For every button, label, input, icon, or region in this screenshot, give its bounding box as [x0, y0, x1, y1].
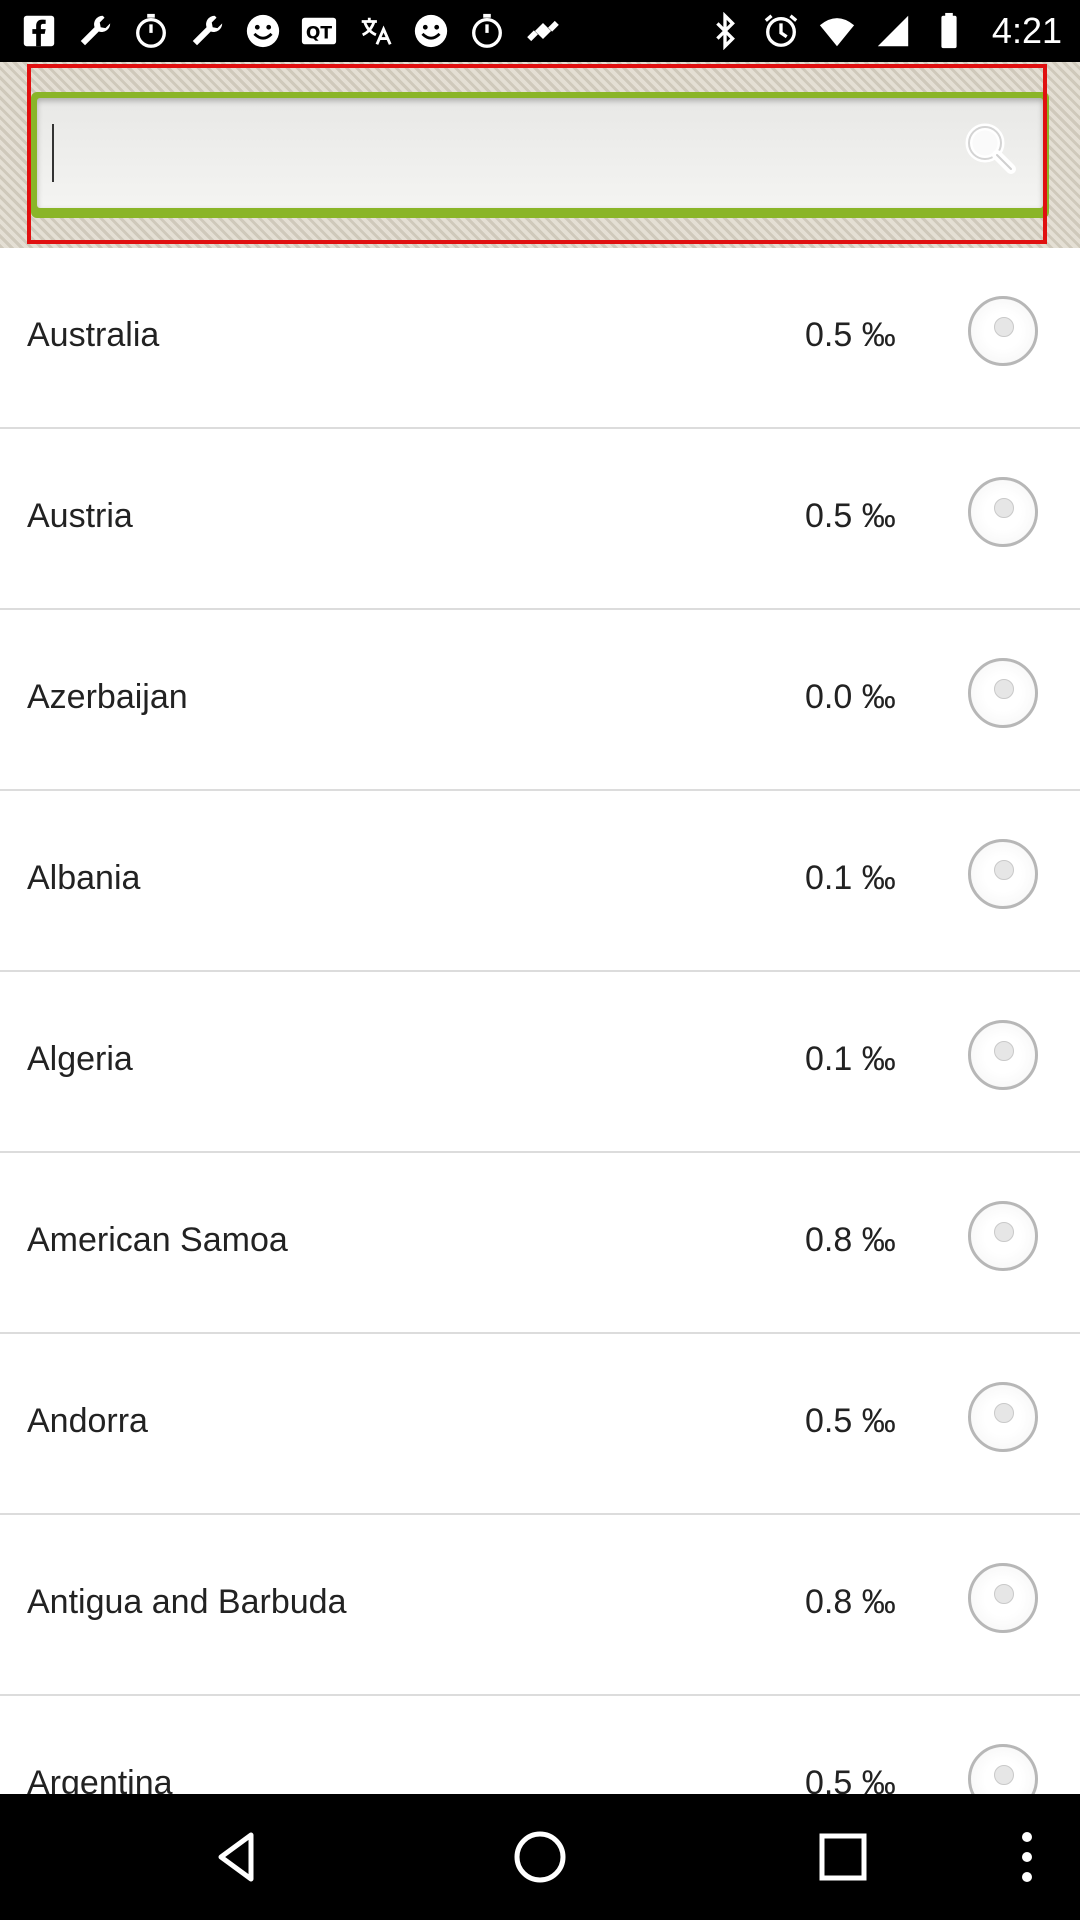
clock: 4:21 [991, 10, 1062, 51]
country-name: Albania [27, 859, 141, 897]
list-item[interactable]: Azerbaijan 0.0 ‰ [0, 610, 1080, 791]
country-rate: 0.8 ‰ [805, 1583, 896, 1621]
radio-button[interactable] [968, 839, 1038, 909]
list-item[interactable]: Andorra 0.5 ‰ [0, 1334, 1080, 1515]
menu-icon[interactable] [997, 1827, 1057, 1887]
bluetooth-icon [704, 10, 746, 52]
country-rate: 0.1 ‰ [805, 1040, 896, 1078]
list-item[interactable]: Austria 0.5 ‰ [0, 429, 1080, 610]
country-name: Austria [27, 497, 133, 535]
country-name: Azerbaijan [27, 678, 188, 716]
list-item[interactable]: Argentina 0.5 ‰ [0, 1696, 1080, 1794]
facebook-icon [18, 10, 60, 52]
radio-button[interactable] [968, 658, 1038, 728]
timer-icon [466, 10, 508, 52]
radio-button[interactable] [968, 1020, 1038, 1090]
list-item[interactable]: Albania 0.1 ‰ [0, 791, 1080, 972]
list-item[interactable]: Algeria 0.1 ‰ [0, 972, 1080, 1153]
selection-highlight [27, 64, 1047, 244]
country-name: American Samoa [27, 1221, 288, 1259]
notification-icons: QT [18, 8, 564, 54]
signal-icon [872, 10, 914, 52]
svg-text:QT: QT [306, 24, 333, 44]
recents-icon[interactable] [813, 1827, 873, 1887]
fake-gps-icon [522, 10, 564, 52]
smiley-icon [410, 10, 452, 52]
country-list: Australia 0.5 ‰ Austria 0.5 ‰ Azerbaijan… [0, 248, 1080, 1794]
wrench-icon [74, 10, 116, 52]
wifi-icon [816, 10, 858, 52]
translate-icon [354, 10, 396, 52]
country-name: Algeria [27, 1040, 133, 1078]
smiley-icon [242, 10, 284, 52]
country-rate: 0.5 ‰ [805, 316, 896, 354]
radio-button[interactable] [968, 296, 1038, 366]
radio-button[interactable] [968, 1563, 1038, 1633]
country-name: Antigua and Barbuda [27, 1583, 347, 1621]
country-rate: 0.5 ‰ [805, 1402, 896, 1440]
country-name: Argentina [27, 1764, 173, 1794]
radio-button[interactable] [968, 1201, 1038, 1271]
radio-button[interactable] [968, 1382, 1038, 1452]
list-item[interactable]: Australia 0.5 ‰ [0, 248, 1080, 429]
country-name: Andorra [27, 1402, 148, 1440]
alarm-icon [760, 10, 802, 52]
wrench-icon [186, 10, 228, 52]
timer-icon [130, 10, 172, 52]
search-header [0, 62, 1080, 248]
battery-icon [928, 10, 970, 52]
list-item[interactable]: Antigua and Barbuda 0.8 ‰ [0, 1515, 1080, 1696]
home-icon[interactable] [510, 1827, 570, 1887]
navigation-bar [0, 1794, 1080, 1920]
country-name: Australia [27, 316, 160, 354]
list-item[interactable]: American Samoa 0.8 ‰ [0, 1153, 1080, 1334]
back-icon[interactable] [207, 1827, 267, 1887]
system-icons: 4:21 [704, 8, 1062, 54]
qt-icon: QT [298, 10, 340, 52]
country-rate: 0.8 ‰ [805, 1221, 896, 1259]
status-bar: QT 4:21 [0, 0, 1080, 62]
country-rate: 0.5 ‰ [805, 497, 896, 535]
country-rate: 0.1 ‰ [805, 859, 896, 897]
country-rate: 0.0 ‰ [805, 678, 896, 716]
radio-button[interactable] [968, 1744, 1038, 1794]
country-rate: 0.5 ‰ [805, 1764, 896, 1794]
radio-button[interactable] [968, 477, 1038, 547]
